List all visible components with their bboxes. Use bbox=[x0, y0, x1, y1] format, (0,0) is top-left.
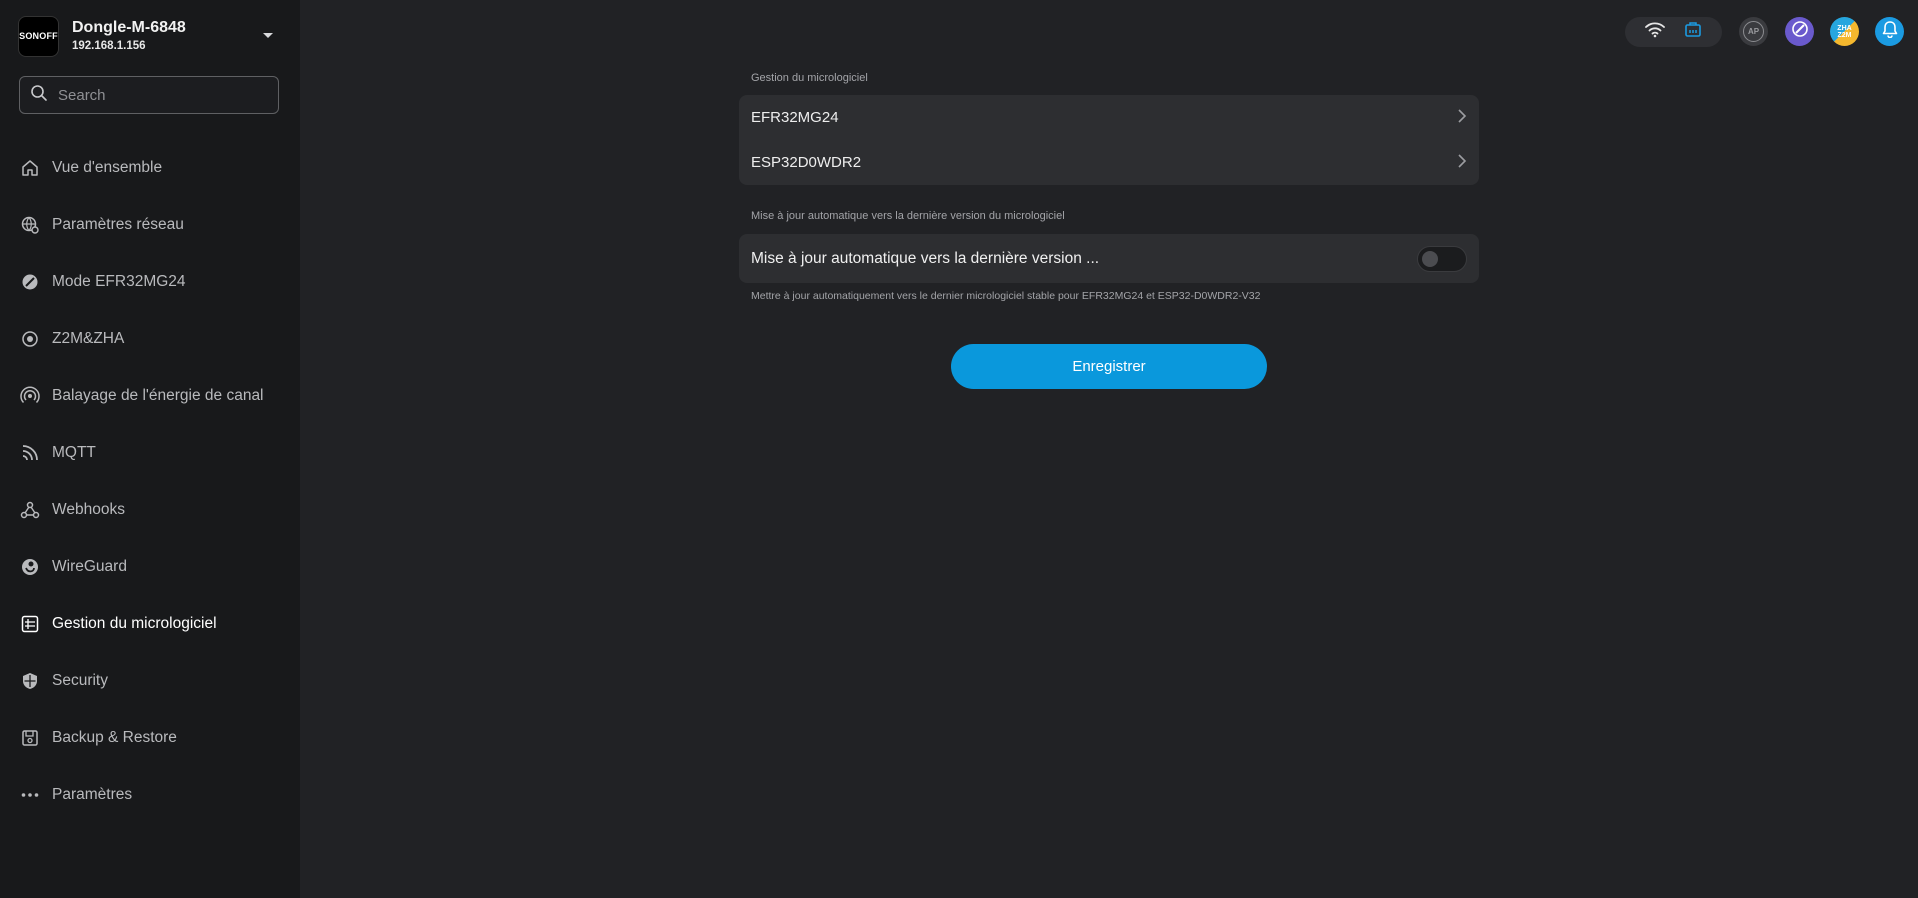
sidebar-item-label: Z2M&ZHA bbox=[52, 329, 125, 347]
connection-status bbox=[1625, 17, 1722, 47]
network-globe-icon bbox=[20, 215, 40, 235]
wifi-icon[interactable] bbox=[1644, 22, 1665, 43]
sidebar-item-label: Paramètres réseau bbox=[52, 215, 184, 233]
chevron-right-icon bbox=[1457, 108, 1467, 128]
sidebar-item-label: Vue d'ensemble bbox=[52, 158, 163, 176]
sidebar-item-label: Webhooks bbox=[52, 500, 125, 518]
sidebar-item-z2m-zha[interactable]: Z2M&ZHA bbox=[0, 310, 300, 367]
sidebar-item-firmware[interactable]: Gestion du micrologiciel bbox=[0, 595, 300, 652]
sidebar-item-security[interactable]: Security bbox=[0, 652, 300, 709]
z2m-zha-button[interactable]: ZHA Z2M bbox=[1830, 17, 1859, 46]
ap-badge: AP bbox=[1743, 21, 1764, 42]
shield-icon bbox=[20, 671, 40, 691]
z2m-zha-icon bbox=[20, 329, 40, 349]
webhooks-icon bbox=[20, 500, 40, 520]
search-box bbox=[19, 76, 279, 114]
sidebar: SONOFF Dongle-M-6848 192.168.1.156 Vue d… bbox=[0, 0, 300, 898]
sidebar-item-backup[interactable]: Backup & Restore bbox=[0, 709, 300, 766]
sidebar-item-label: MQTT bbox=[52, 443, 96, 461]
sidebar-item-mode[interactable]: Mode EFR32MG24 bbox=[0, 253, 300, 310]
sidebar-item-label: WireGuard bbox=[52, 557, 127, 575]
auto-update-helper-text: Mettre à jour automatiquement vers le de… bbox=[751, 290, 1261, 302]
firmware-section-label: Gestion du micrologiciel bbox=[751, 72, 868, 84]
z2m-zha-icon: ZHA Z2M bbox=[1837, 25, 1851, 39]
home-icon bbox=[20, 158, 40, 178]
firmware-item-label: EFR32MG24 bbox=[751, 109, 839, 126]
zha-label: ZHA bbox=[1837, 24, 1852, 32]
mode-icon bbox=[1791, 20, 1809, 43]
device-info: Dongle-M-6848 192.168.1.156 bbox=[72, 18, 256, 54]
signal-scan-icon bbox=[20, 386, 40, 406]
device-selector[interactable]: SONOFF Dongle-M-6848 192.168.1.156 bbox=[18, 15, 280, 57]
search-input[interactable] bbox=[58, 86, 258, 104]
auto-update-card: Mise à jour automatique vers la dernière… bbox=[739, 234, 1479, 283]
mode-icon bbox=[20, 272, 40, 292]
wireguard-icon bbox=[20, 557, 40, 577]
ap-mode-button[interactable]: AP bbox=[1739, 17, 1768, 46]
firmware-item-esp32d0wdr2[interactable]: ESP32D0WDR2 bbox=[739, 140, 1479, 185]
ethernet-icon[interactable] bbox=[1684, 21, 1702, 43]
app-root: SONOFF Dongle-M-6848 192.168.1.156 Vue d… bbox=[0, 0, 1918, 898]
sidebar-item-mqtt[interactable]: MQTT bbox=[0, 424, 300, 481]
sonoff-logo: SONOFF bbox=[18, 15, 59, 57]
sidebar-item-settings[interactable]: Paramètres bbox=[0, 766, 300, 823]
backup-icon bbox=[20, 728, 40, 748]
chevron-right-icon bbox=[1457, 153, 1467, 173]
auto-update-section-label: Mise à jour automatique vers la dernière… bbox=[751, 210, 1065, 222]
search-icon bbox=[30, 84, 48, 107]
sidebar-item-label: Mode EFR32MG24 bbox=[52, 272, 186, 290]
firmware-item-label: ESP32D0WDR2 bbox=[751, 154, 862, 171]
notifications-button[interactable] bbox=[1875, 17, 1904, 46]
sidebar-item-channel-scan[interactable]: Balayage de l'énergie de canal bbox=[0, 367, 300, 424]
auto-update-label: Mise à jour automatique vers la dernière… bbox=[751, 249, 1100, 267]
z2m-label: Z2M bbox=[1837, 31, 1852, 39]
sidebar-item-wireguard[interactable]: WireGuard bbox=[0, 538, 300, 595]
sidebar-nav: Vue d'ensemble Paramètres réseau Mode EF… bbox=[0, 139, 300, 823]
main-content: AP ZHA Z2M Gestion du micrologiciel EFR3… bbox=[300, 0, 1918, 898]
chevron-down-icon[interactable] bbox=[256, 24, 280, 48]
mqtt-icon bbox=[20, 443, 40, 463]
more-dots-icon bbox=[20, 785, 40, 805]
efr-mode-button[interactable] bbox=[1785, 17, 1814, 46]
toggle-knob bbox=[1422, 250, 1438, 267]
save-button[interactable]: Enregistrer bbox=[951, 344, 1267, 389]
firmware-icon bbox=[20, 614, 40, 634]
device-name: Dongle-M-6848 bbox=[72, 19, 186, 36]
bell-icon bbox=[1882, 20, 1898, 43]
device-ip: 192.168.1.156 bbox=[72, 40, 146, 52]
sidebar-item-label: Security bbox=[52, 671, 108, 689]
firmware-item-efr32mg24[interactable]: EFR32MG24 bbox=[739, 95, 1479, 140]
sidebar-item-label: Paramètres bbox=[52, 785, 133, 803]
sidebar-item-network[interactable]: Paramètres réseau bbox=[0, 196, 300, 253]
sidebar-item-label: Balayage de l'énergie de canal bbox=[52, 386, 264, 404]
sidebar-item-overview[interactable]: Vue d'ensemble bbox=[0, 139, 300, 196]
auto-update-toggle[interactable] bbox=[1417, 245, 1467, 272]
sidebar-item-label: Backup & Restore bbox=[52, 728, 177, 746]
sidebar-item-label: Gestion du micrologiciel bbox=[52, 614, 217, 632]
sidebar-item-webhooks[interactable]: Webhooks bbox=[0, 481, 300, 538]
auto-update-row: Mise à jour automatique vers la dernière… bbox=[739, 234, 1479, 283]
firmware-list-card: EFR32MG24 ESP32D0WDR2 bbox=[739, 95, 1479, 185]
